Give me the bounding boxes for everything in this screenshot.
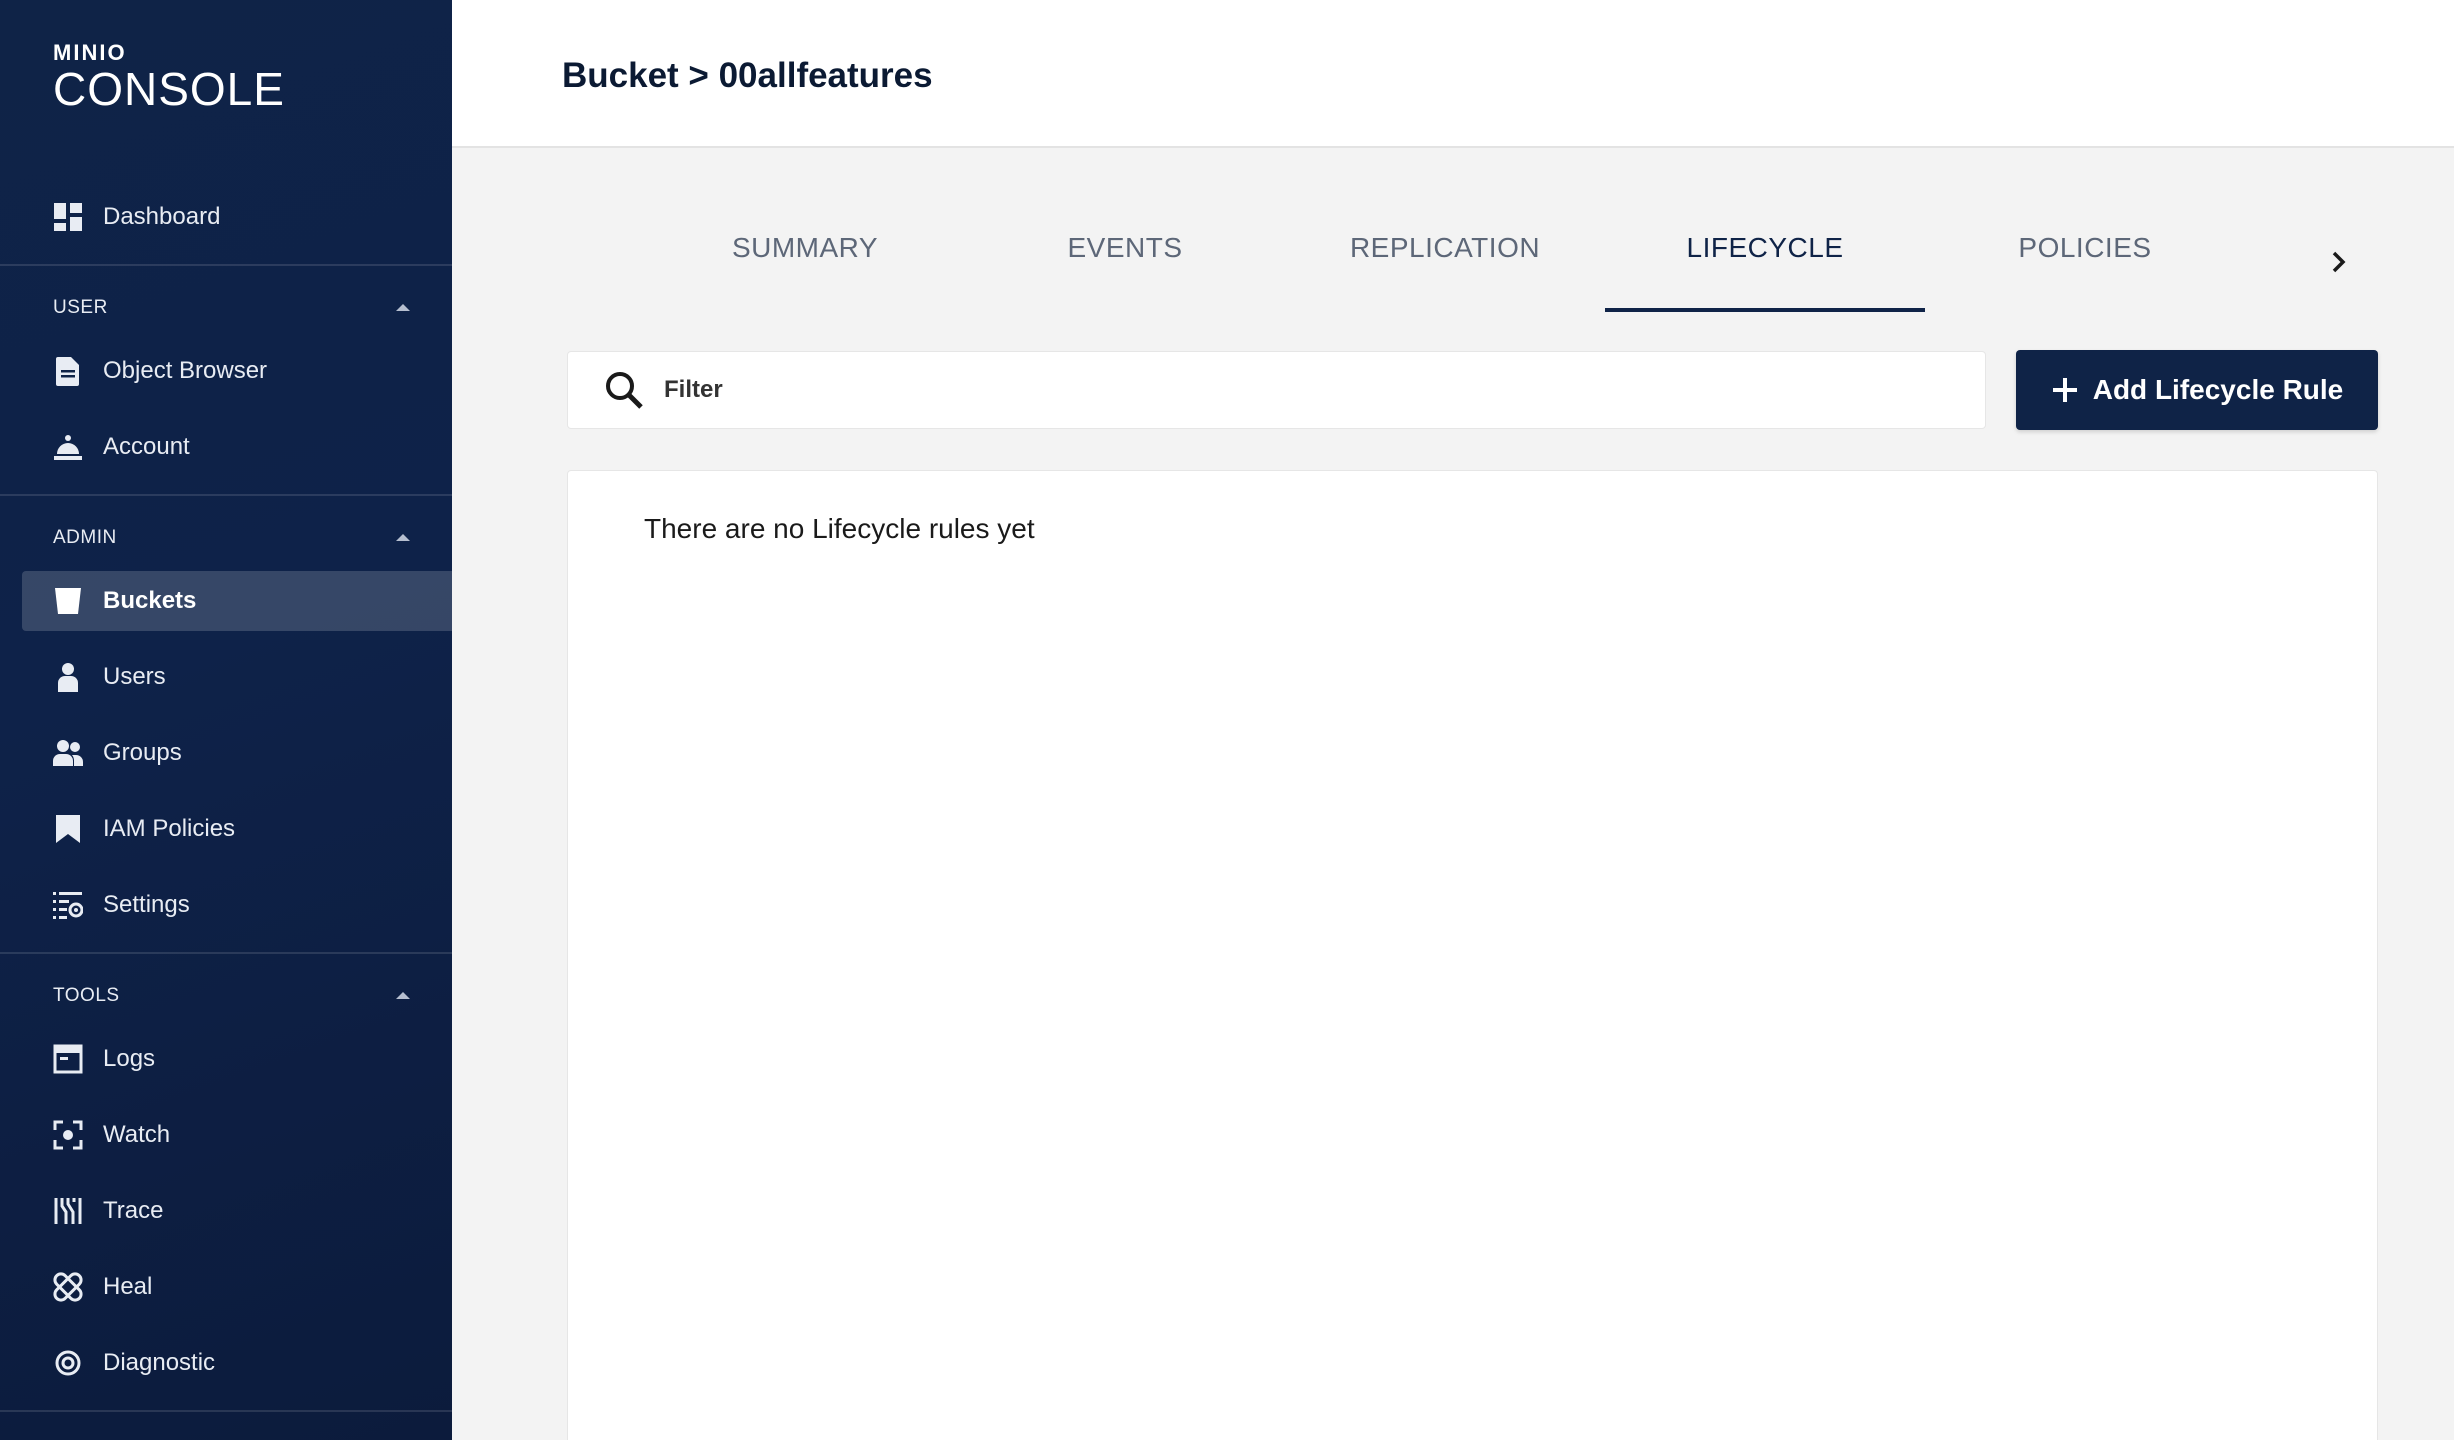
sidebar-item-heal[interactable]: Heal <box>22 1257 452 1317</box>
sidebar-item-trace[interactable]: Trace <box>22 1181 452 1241</box>
settings-icon <box>52 889 84 921</box>
sidebar-item-label: Watch <box>103 1121 171 1148</box>
logs-icon <box>52 1043 84 1075</box>
logo-brand-small: MINIO <box>53 40 127 65</box>
section-label-tools: TOOLS <box>53 985 120 1006</box>
collapse-user-icon[interactable] <box>396 304 410 311</box>
add-lifecycle-rule-label: Add Lifecycle Rule <box>2092 374 2344 405</box>
sidebar-item-buckets[interactable]: Buckets <box>22 571 452 631</box>
sidebar-item-users[interactable]: Users <box>22 647 452 707</box>
filter-box <box>567 351 1986 429</box>
watch-icon <box>52 1119 84 1151</box>
sidebar-item-label: Account <box>103 433 190 460</box>
collapse-admin-icon[interactable] <box>396 534 410 541</box>
filter-input[interactable] <box>664 376 1944 404</box>
account-icon <box>52 431 84 463</box>
tabs-scroll-right-icon[interactable] <box>2320 244 2356 280</box>
groups-icon <box>52 737 84 769</box>
sidebar-item-watch[interactable]: Watch <box>22 1105 452 1165</box>
sidebar-item-groups[interactable]: Groups <box>22 723 452 783</box>
page-title: Bucket > 00allfeatures <box>562 56 933 95</box>
sidebar-item-label: Settings <box>103 891 190 918</box>
trace-icon <box>52 1195 84 1227</box>
sidebar-item-label: Buckets <box>103 587 197 614</box>
sidebar-divider <box>0 264 452 266</box>
sidebar-item-label: IAM Policies <box>103 815 236 842</box>
sidebar-item-label: Heal <box>103 1273 153 1300</box>
logo-brand-big: CONSOLE <box>53 63 285 115</box>
sidebar: MINIO CONSOLE Dashboard USER Object Brow… <box>0 0 452 1440</box>
sidebar-item-label: Users <box>103 663 166 690</box>
search-icon <box>604 370 644 410</box>
sidebar-item-label: Logs <box>103 1045 156 1072</box>
add-lifecycle-rule-button[interactable]: Add Lifecycle Rule <box>2016 350 2378 430</box>
sidebar-divider <box>0 494 452 496</box>
document-icon <box>52 355 84 387</box>
user-icon <box>52 661 84 693</box>
tab-summary[interactable]: SUMMARY <box>645 232 965 312</box>
sidebar-item-object-browser[interactable]: Object Browser <box>22 341 452 401</box>
sidebar-item-account[interactable]: Account <box>22 417 452 477</box>
section-label-admin: ADMIN <box>53 527 117 548</box>
sidebar-item-logs[interactable]: Logs <box>22 1029 452 1089</box>
diagnostic-icon <box>52 1347 84 1379</box>
bucket-icon <box>52 585 84 617</box>
sidebar-item-label: Diagnostic <box>103 1349 216 1376</box>
plus-icon <box>2051 376 2079 404</box>
sidebar-divider <box>0 1410 452 1412</box>
sidebar-item-label: Object Browser <box>103 357 268 384</box>
heal-icon <box>52 1271 84 1303</box>
sidebar-item-label: Dashboard <box>103 203 221 230</box>
collapse-tools-icon[interactable] <box>396 992 410 999</box>
page-header: Bucket > 00allfeatures <box>452 0 2454 148</box>
sidebar-item-iam-policies[interactable]: IAM Policies <box>22 799 452 859</box>
sidebar-item-dashboard[interactable]: Dashboard <box>22 187 452 247</box>
tab-policies[interactable]: POLICIES <box>1925 232 2245 312</box>
dashboard-icon <box>52 201 84 233</box>
tab-lifecycle[interactable]: LIFECYCLE <box>1605 232 1925 312</box>
sidebar-item-diagnostic[interactable]: Diagnostic <box>22 1333 452 1393</box>
sidebar-item-settings[interactable]: Settings <box>22 875 452 935</box>
sidebar-item-label: Groups <box>103 739 182 766</box>
section-label-user: USER <box>53 297 108 318</box>
tab-events[interactable]: EVENTS <box>965 232 1285 312</box>
lifecycle-rules-panel: There are no Lifecycle rules yet <box>567 470 2378 1440</box>
tab-replication[interactable]: REPLICATION <box>1285 232 1605 312</box>
minio-console-logo[interactable]: MINIO CONSOLE <box>53 40 285 115</box>
sidebar-item-label: Trace <box>103 1197 164 1224</box>
bookmark-icon <box>52 813 84 845</box>
empty-state-message: There are no Lifecycle rules yet <box>644 513 1035 544</box>
sidebar-divider <box>0 952 452 954</box>
